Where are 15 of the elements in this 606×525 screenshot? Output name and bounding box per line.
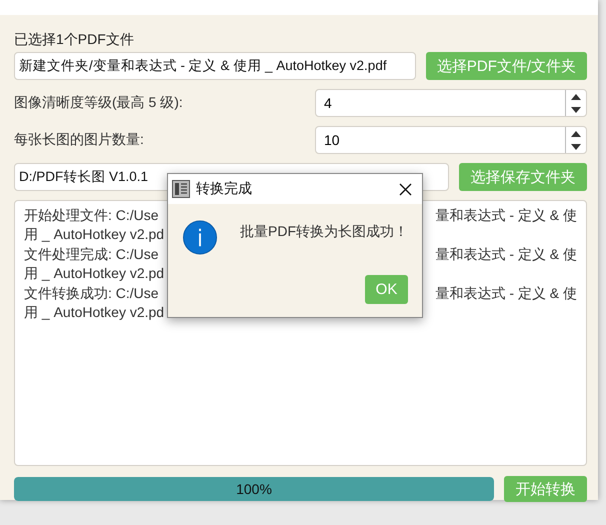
progress-reading: 100% <box>236 481 272 497</box>
log-text: 量和表达式 - 定义 & 使 <box>435 206 577 225</box>
dialog-message: 批量PDF转换为长图成功！ <box>240 223 408 241</box>
log-text: 开始处理文件: C:/Use <box>24 206 159 225</box>
log-text: 量和表达式 - 定义 & 使 <box>435 284 577 303</box>
selection-label: 已选择1个PDF文件 <box>14 30 135 49</box>
dialog-title: 转换完成 <box>196 180 253 198</box>
log-text: 用 _ AutoHotkey v2.pd <box>24 225 164 244</box>
log-text: 量和表达式 - 定义 & 使 <box>435 244 577 264</box>
log-text: 用 _ AutoHotkey v2.pd <box>24 264 164 284</box>
setting-label: 图像清晰度等级(最高 5 级): <box>14 94 184 112</box>
setting-label: 每张长图的图片数量: <box>14 131 145 149</box>
log-text: 文件转换成功: C:/Use <box>24 284 159 303</box>
log-text: 文件处理完成: C:/Use <box>24 244 159 264</box>
log-text: 用 _ AutoHotkey v2.pd <box>24 302 164 322</box>
